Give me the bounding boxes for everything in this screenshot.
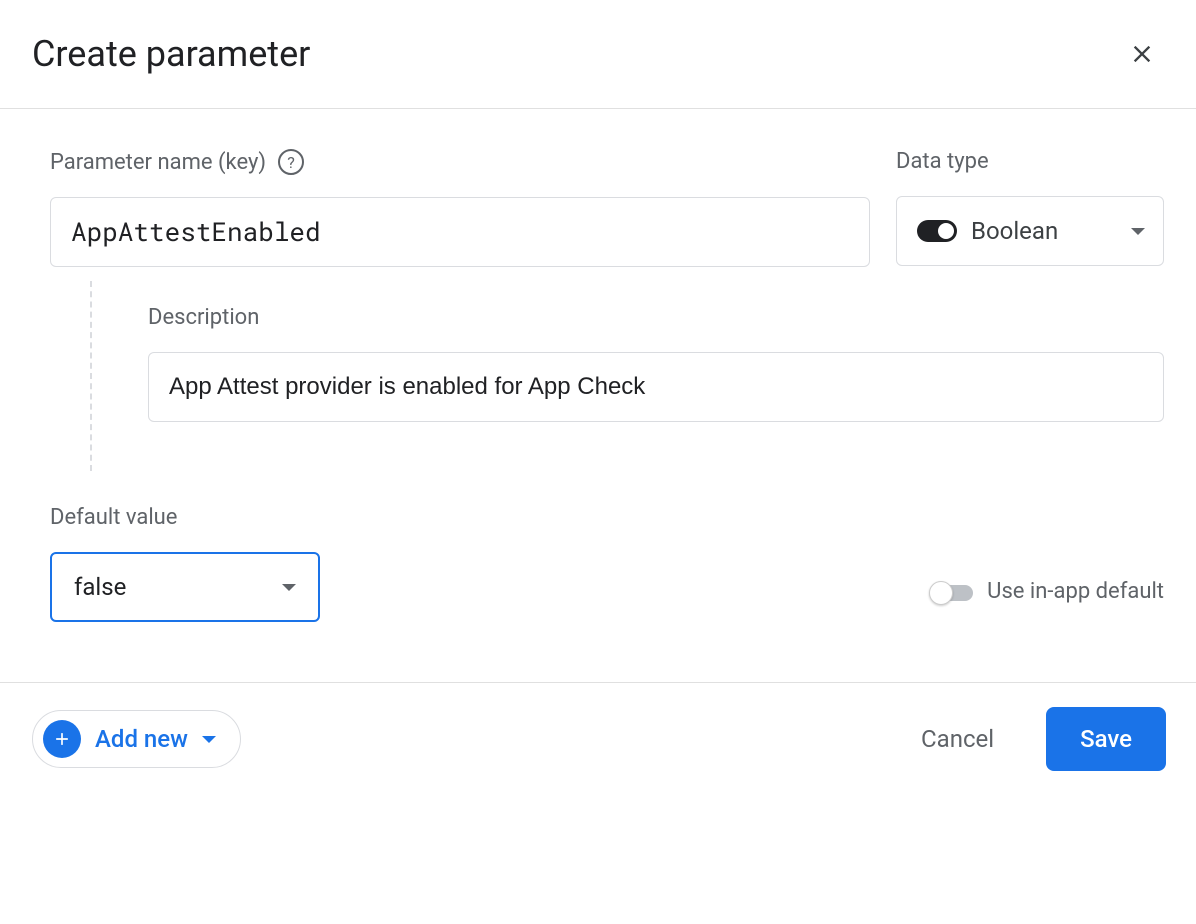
in-app-default-group: Use in-app default	[931, 579, 1164, 622]
close-button[interactable]	[1118, 30, 1166, 78]
default-value-group: Default value false	[50, 505, 320, 622]
default-value-select[interactable]: false	[50, 552, 320, 622]
dialog-header: Create parameter	[0, 0, 1196, 109]
in-app-default-toggle[interactable]	[931, 581, 973, 603]
cancel-button[interactable]: Cancel	[909, 715, 1006, 763]
parameter-name-label-text: Parameter name (key)	[50, 150, 266, 175]
save-button[interactable]: Save	[1046, 707, 1166, 771]
description-label-text: Description	[148, 305, 259, 330]
dialog-title: Create parameter	[32, 33, 310, 75]
footer-actions: Cancel Save	[909, 707, 1166, 771]
chevron-down-icon	[1131, 228, 1145, 235]
description-label: Description	[148, 305, 1164, 330]
parameter-name-label: Parameter name (key) ?	[50, 149, 870, 175]
chevron-down-icon	[282, 584, 296, 591]
description-block: Description	[90, 281, 1164, 471]
top-row: Parameter name (key) ? Data type Boolean	[50, 149, 1164, 267]
default-value-label-text: Default value	[50, 505, 177, 530]
data-type-select[interactable]: Boolean	[896, 196, 1164, 266]
add-new-label: Add new	[95, 725, 188, 753]
description-inner: Description	[148, 281, 1164, 471]
parameter-name-group: Parameter name (key) ?	[50, 149, 870, 267]
data-type-label: Data type	[896, 149, 1164, 174]
in-app-default-label: Use in-app default	[987, 579, 1164, 604]
default-value-text: false	[74, 573, 126, 601]
create-parameter-dialog: Create parameter Parameter name (key) ? …	[0, 0, 1196, 807]
boolean-icon	[917, 220, 957, 242]
add-new-button[interactable]: Add new	[32, 710, 241, 768]
vertical-divider	[90, 281, 92, 471]
data-type-label-text: Data type	[896, 149, 989, 174]
data-type-group: Data type Boolean	[896, 149, 1164, 267]
plus-icon	[43, 720, 81, 758]
help-icon[interactable]: ?	[278, 149, 304, 175]
default-value-label: Default value	[50, 505, 320, 530]
dialog-content: Parameter name (key) ? Data type Boolean	[0, 109, 1196, 682]
chevron-down-icon	[202, 736, 216, 743]
parameter-name-input[interactable]	[50, 197, 870, 267]
toggle-thumb	[929, 581, 953, 605]
close-icon	[1128, 40, 1156, 68]
description-input[interactable]	[148, 352, 1164, 422]
data-type-value: Boolean	[971, 217, 1117, 245]
dialog-footer: Add new Cancel Save	[0, 682, 1196, 807]
default-value-row: Default value false Use in-app default	[50, 505, 1164, 622]
